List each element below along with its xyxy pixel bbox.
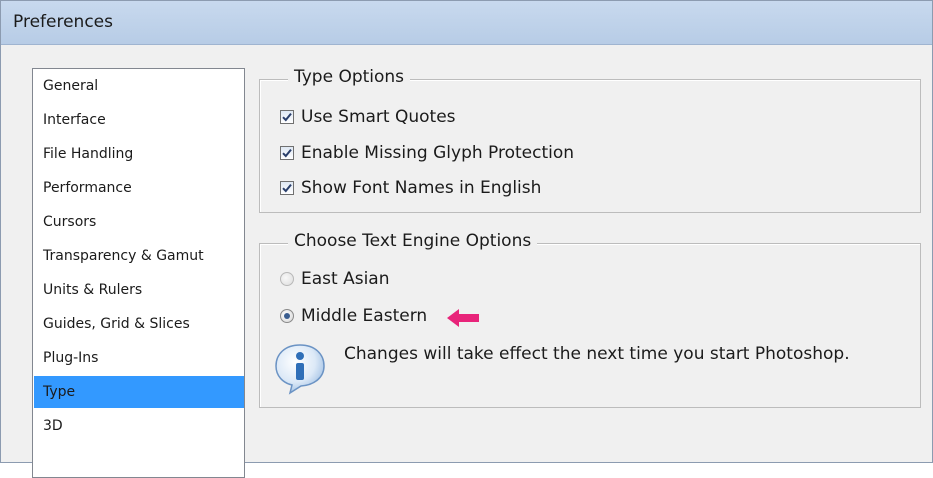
- checkmark-icon: [282, 183, 292, 193]
- checkbox-box[interactable]: [280, 110, 294, 124]
- text-engine-legend: Choose Text Engine Options: [288, 231, 538, 251]
- checkbox-box[interactable]: [280, 181, 294, 195]
- sidebar-item-transparency-gamut[interactable]: Transparency & Gamut: [34, 240, 244, 272]
- use-smart-quotes-label: Use Smart Quotes: [301, 107, 456, 127]
- radio-button[interactable]: [280, 309, 294, 323]
- show-font-names-english-label: Show Font Names in English: [301, 178, 542, 198]
- checkmark-icon: [282, 112, 292, 122]
- sidebar-item-cursors[interactable]: Cursors: [34, 206, 244, 238]
- middle-eastern-radio[interactable]: Middle Eastern: [280, 305, 450, 327]
- show-font-names-english-checkbox[interactable]: Show Font Names in English: [280, 177, 580, 199]
- window-title: Preferences: [13, 12, 113, 32]
- enable-missing-glyph-label: Enable Missing Glyph Protection: [301, 143, 575, 163]
- title-bar[interactable]: Preferences: [1, 1, 932, 45]
- info-icon: [275, 344, 325, 395]
- sidebar-item-file-handling[interactable]: File Handling: [34, 138, 244, 170]
- sidebar-item-guides-grid-slices[interactable]: Guides, Grid & Slices: [34, 308, 244, 340]
- radio-button[interactable]: [280, 272, 294, 286]
- middle-eastern-label: Middle Eastern: [301, 306, 428, 326]
- checkbox-box[interactable]: [280, 146, 294, 160]
- sidebar-item-units-rulers[interactable]: Units & Rulers: [34, 274, 244, 306]
- radio-dot: [284, 313, 290, 319]
- sidebar-item-interface[interactable]: Interface: [34, 104, 244, 136]
- category-list[interactable]: General Interface File Handling Performa…: [32, 68, 245, 478]
- checkmark-icon: [282, 148, 292, 158]
- enable-missing-glyph-checkbox[interactable]: Enable Missing Glyph Protection: [280, 142, 610, 164]
- sidebar-item-type[interactable]: Type: [34, 376, 244, 408]
- east-asian-radio[interactable]: East Asian: [280, 268, 420, 290]
- east-asian-label: East Asian: [301, 269, 390, 289]
- arrow-left-icon: [447, 309, 479, 327]
- sidebar-item-3d[interactable]: 3D: [34, 410, 244, 442]
- use-smart-quotes-checkbox[interactable]: Use Smart Quotes: [280, 106, 540, 128]
- sidebar-item-plug-ins[interactable]: Plug-Ins: [34, 342, 244, 374]
- info-message: Changes will take effect the next time y…: [344, 344, 850, 364]
- type-options-legend: Type Options: [288, 67, 411, 87]
- sidebar-item-performance[interactable]: Performance: [34, 172, 244, 204]
- preferences-window: Preferences General Interface File Handl…: [0, 0, 933, 478]
- sidebar-item-general[interactable]: General: [34, 70, 244, 102]
